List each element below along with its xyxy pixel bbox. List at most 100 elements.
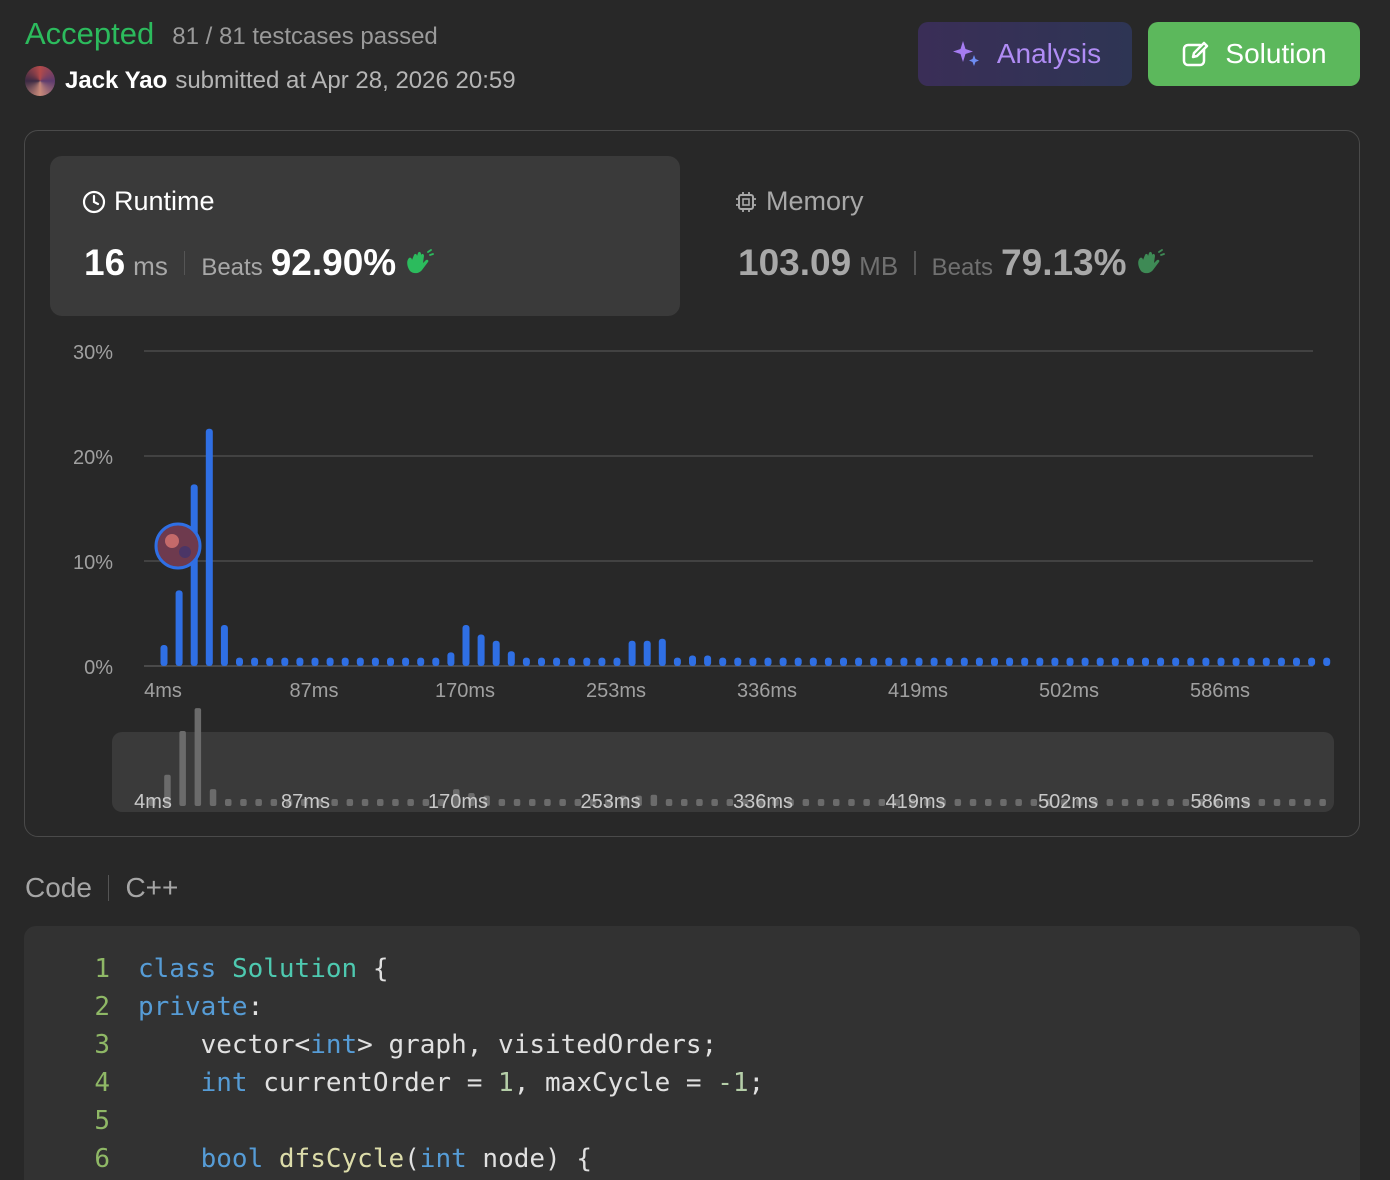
bar[interactable] — [1323, 657, 1331, 666]
bar[interactable] — [779, 657, 787, 666]
bar[interactable] — [281, 657, 289, 666]
bar[interactable] — [764, 657, 772, 666]
bar[interactable] — [1081, 657, 1089, 666]
bar[interactable] — [236, 657, 243, 666]
bar[interactable] — [462, 625, 470, 666]
x-tick-label: 586ms — [1190, 680, 1250, 702]
bar[interactable] — [870, 657, 878, 666]
mini-bar — [529, 799, 536, 806]
bar[interactable] — [673, 657, 681, 666]
bar[interactable] — [220, 625, 228, 666]
x-tick-label: 419ms — [888, 680, 948, 702]
code-line[interactable]: 2 private: — [24, 988, 263, 1026]
bar[interactable] — [1172, 657, 1180, 666]
code-line[interactable]: 5 — [24, 1102, 138, 1140]
bar[interactable] — [568, 657, 576, 666]
bar[interactable] — [432, 657, 440, 666]
code-line[interactable]: 3 vector< int > graph, visitedOrders; — [24, 1026, 717, 1064]
bar[interactable] — [1096, 657, 1104, 666]
bar[interactable] — [507, 651, 515, 666]
bar[interactable] — [613, 657, 621, 666]
bar[interactable] — [1157, 657, 1165, 666]
bar[interactable] — [734, 657, 742, 666]
bar[interactable] — [1232, 657, 1240, 666]
bar[interactable] — [643, 640, 651, 666]
code-line[interactable]: 6 bool dfsCycle(int node) { — [24, 1140, 592, 1178]
bar[interactable] — [824, 657, 832, 666]
bar[interactable] — [1308, 657, 1316, 666]
bar[interactable] — [477, 634, 485, 667]
code-line[interactable]: 4 int currentOrder = 1, maxCycle = -1; — [24, 1064, 764, 1102]
bar[interactable] — [749, 657, 757, 666]
code-token: ; — [748, 1068, 765, 1098]
code-token: class — [138, 954, 217, 984]
bar[interactable] — [658, 638, 666, 666]
x-tick-label: 502ms — [1039, 680, 1099, 702]
mini-bar — [346, 799, 354, 806]
bar[interactable] — [402, 657, 410, 666]
bar[interactable] — [975, 657, 983, 666]
bar[interactable] — [1187, 657, 1195, 666]
range-brush[interactable]: 4ms 87ms 170ms 253ms 336ms 419ms 502ms 586ms — [112, 708, 1334, 813]
bar[interactable] — [991, 657, 998, 666]
bar[interactable] — [915, 657, 923, 666]
bar[interactable] — [311, 657, 319, 666]
bar[interactable] — [945, 657, 953, 666]
bar[interactable] — [704, 655, 712, 667]
bar[interactable] — [1036, 657, 1044, 666]
bar[interactable] — [492, 640, 500, 666]
bar[interactable] — [1111, 657, 1119, 666]
bar[interactable] — [583, 657, 591, 666]
code-token: > graph, visitedOrders; — [357, 1030, 718, 1060]
bar[interactable] — [855, 657, 863, 666]
bar[interactable] — [1247, 657, 1255, 666]
bar[interactable] — [930, 657, 938, 666]
code-editor[interactable]: 1 class Solution {2 private:3 vector< int > … — [24, 926, 1360, 1180]
bar[interactable] — [160, 645, 168, 666]
bar[interactable] — [387, 657, 394, 666]
bar[interactable] — [1262, 657, 1270, 666]
bar[interactable] — [1277, 657, 1285, 666]
bar[interactable] — [341, 657, 349, 666]
bar[interactable] — [809, 657, 817, 666]
bar[interactable] — [900, 657, 908, 666]
bar[interactable] — [1021, 657, 1029, 666]
bar[interactable] — [522, 657, 530, 666]
code-line[interactable]: 1 class Solution { — [24, 950, 388, 988]
bar[interactable] — [1126, 657, 1134, 666]
bar[interactable] — [371, 657, 379, 666]
bar[interactable] — [251, 657, 259, 666]
bar[interactable] — [1066, 657, 1074, 666]
bar[interactable] — [840, 657, 847, 666]
bar[interactable] — [1217, 657, 1225, 666]
bar[interactable] — [598, 657, 606, 666]
bar[interactable] — [1202, 657, 1210, 666]
avatar[interactable] — [154, 522, 202, 570]
bar[interactable] — [794, 657, 802, 666]
bar[interactable] — [266, 657, 274, 666]
runtime-distribution-chart[interactable]: 30% 20% 10% 0% 4ms 87ms 170ms 253ms 336ms 419ms 5… — [0, 0, 1390, 850]
bar[interactable] — [190, 484, 198, 666]
code-title: Code — [25, 872, 92, 903]
bar[interactable] — [326, 657, 334, 666]
bar[interactable] — [628, 640, 636, 666]
bar[interactable] — [447, 652, 455, 666]
bar[interactable] — [356, 657, 364, 666]
bar[interactable] — [1142, 657, 1149, 666]
bar[interactable] — [1293, 657, 1300, 666]
bar[interactable] — [205, 428, 213, 666]
bar[interactable] — [296, 657, 304, 666]
your-submission-marker[interactable] — [154, 522, 202, 570]
bar[interactable] — [689, 655, 696, 667]
bar[interactable] — [175, 590, 183, 666]
bar[interactable] — [885, 657, 893, 666]
bar[interactable] — [1051, 657, 1059, 666]
bar[interactable] — [719, 657, 727, 666]
bar[interactable] — [553, 657, 561, 666]
bar[interactable] — [960, 657, 968, 666]
bar[interactable] — [1006, 657, 1014, 666]
bar[interactable] — [417, 657, 425, 666]
y-tick-label: 30% — [73, 342, 113, 364]
bar[interactable] — [538, 657, 545, 666]
